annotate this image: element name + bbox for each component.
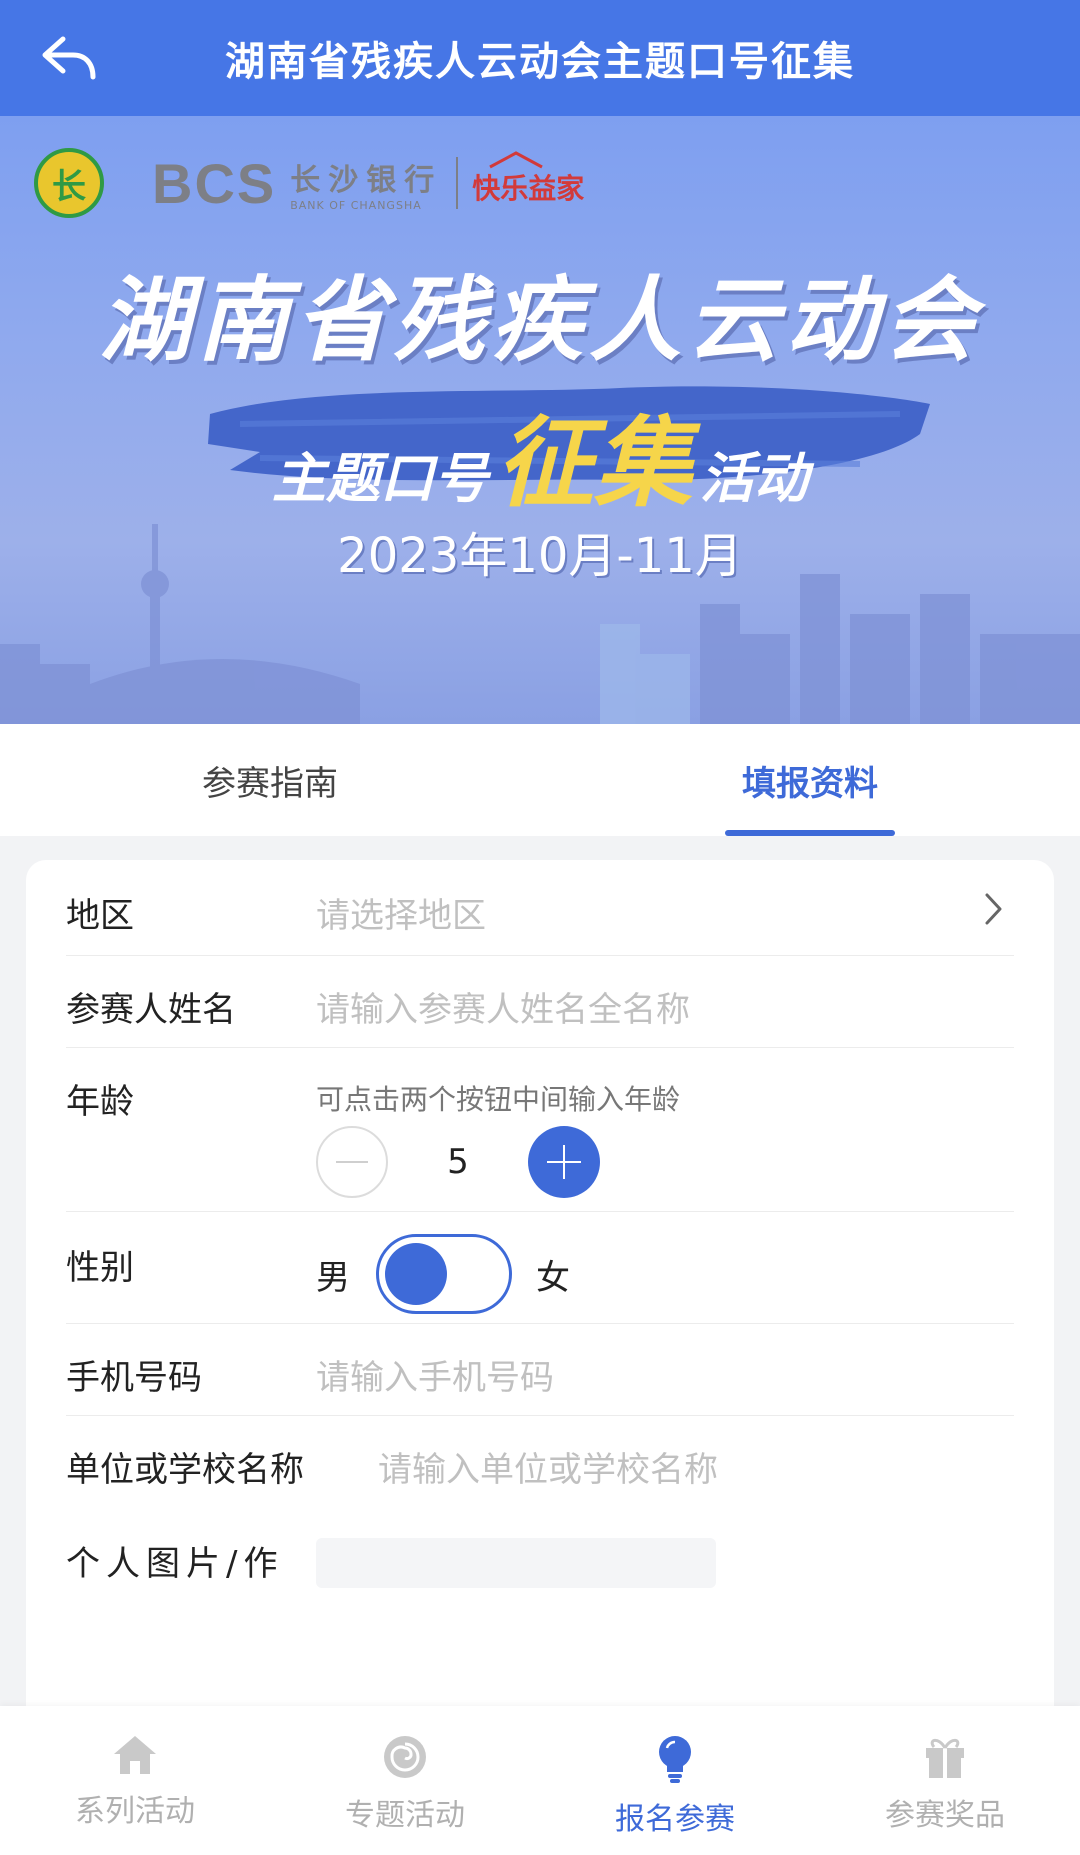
age-stepper: 5 xyxy=(316,1126,600,1198)
tab-fill-info[interactable]: 填报资料 xyxy=(540,724,1080,836)
plus-icon xyxy=(547,1145,581,1179)
gender-toggle-group: 男 女 xyxy=(316,1234,570,1314)
work-label: 个人图片/作 xyxy=(66,1544,284,1584)
top-bar: 湖南省残疾人云动会主题口号征集 xyxy=(0,0,1080,116)
back-button[interactable] xyxy=(38,28,100,88)
nav-series-activities[interactable]: 系列活动 xyxy=(0,1706,270,1855)
logo-divider xyxy=(456,157,459,209)
org-input[interactable]: 请输入单位或学校名称 xyxy=(378,1442,718,1491)
bottom-navigation: 系列活动 专题活动 报名参赛 参赛奖品 xyxy=(0,1706,1080,1855)
back-arrow-icon xyxy=(42,36,96,80)
age-value[interactable]: 5 xyxy=(388,1142,528,1182)
org-row: 单位或学校名称 请输入单位或学校名称 xyxy=(66,1416,1014,1508)
age-hint: 可点击两个按钮中间输入年龄 xyxy=(316,1083,681,1116)
gender-switch[interactable] xyxy=(376,1234,512,1314)
nav-register[interactable]: 报名参赛 xyxy=(540,1706,810,1855)
gender-label: 性别 xyxy=(66,1248,134,1288)
work-row: 个人图片/作 xyxy=(66,1508,1014,1628)
org-label: 单位或学校名称 xyxy=(66,1450,304,1490)
name-input[interactable]: 请输入参赛人姓名全名称 xyxy=(316,982,690,1031)
tab-bar: 参赛指南 填报资料 xyxy=(0,724,1080,836)
age-label: 年龄 xyxy=(66,1082,134,1122)
phone-row: 手机号码 请输入手机号码 xyxy=(66,1324,1014,1416)
gender-female-label[interactable]: 女 xyxy=(536,1250,570,1299)
increment-button[interactable] xyxy=(528,1126,600,1198)
region-label: 地区 xyxy=(66,896,134,936)
chevron-right-icon xyxy=(985,893,1002,925)
sponsor-logos: 长 BCS 长沙银行 BANK OF CHANGSHA 快乐益家 xyxy=(34,148,584,218)
minus-icon xyxy=(336,1161,368,1163)
nav-special-activities[interactable]: 专题活动 xyxy=(270,1706,540,1855)
region-row[interactable]: 地区 请选择地区 xyxy=(66,860,1014,956)
gift-icon xyxy=(926,1738,964,1778)
event-banner: 长 BCS 长沙银行 BANK OF CHANGSHA 快乐益家 湖南省残疾人云… xyxy=(0,116,1080,724)
nav-prizes[interactable]: 参赛奖品 xyxy=(810,1706,1080,1855)
work-upload-area[interactable] xyxy=(316,1538,716,1588)
bcs-wordmark: BCS xyxy=(152,151,277,215)
decrement-button[interactable] xyxy=(316,1126,388,1198)
switch-knob xyxy=(385,1243,447,1305)
bank-name-en: BANK OF CHANGSHA xyxy=(290,198,422,212)
banner-headline: 湖南省残疾人云动会 xyxy=(98,267,981,374)
region-select[interactable]: 请选择地区 xyxy=(316,888,486,937)
bank-name-cn: 长沙银行 xyxy=(290,162,443,198)
swirl-icon xyxy=(384,1736,426,1778)
home-icon xyxy=(114,1736,156,1774)
bank-logo: BCS 长沙银行 BANK OF CHANGSHA xyxy=(152,151,442,216)
gender-row: 性别 男 女 xyxy=(66,1212,1014,1324)
joy-logo: 快乐益家 xyxy=(472,151,584,207)
phone-label: 手机号码 xyxy=(66,1358,202,1398)
event-date: 2023年10月-11月 xyxy=(337,528,743,584)
name-row: 参赛人姓名 请输入参赛人姓名全名称 xyxy=(66,956,1014,1048)
age-row: 年龄 可点击两个按钮中间输入年龄 5 xyxy=(66,1048,1014,1212)
gender-male-label[interactable]: 男 xyxy=(316,1250,350,1299)
phone-input[interactable]: 请输入手机号码 xyxy=(316,1350,554,1399)
tab-guide[interactable]: 参赛指南 xyxy=(0,724,540,836)
name-label: 参赛人姓名 xyxy=(66,990,236,1030)
federation-logo: 长 xyxy=(34,148,104,218)
house-icon xyxy=(489,151,543,169)
page-title: 湖南省残疾人云动会主题口号征集 xyxy=(225,39,855,85)
lightbulb-icon xyxy=(659,1736,691,1783)
